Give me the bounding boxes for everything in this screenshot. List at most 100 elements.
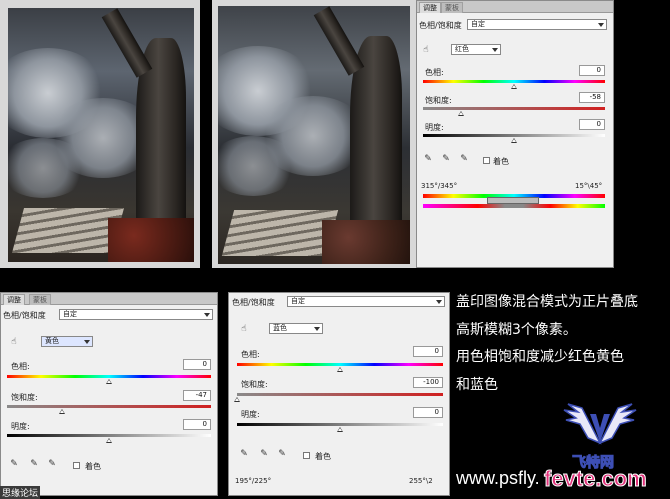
hue-slider-thumb[interactable]	[106, 379, 112, 384]
range-selector[interactable]	[487, 197, 539, 204]
eyedropper-plus-icon[interactable]: ✎	[441, 154, 451, 164]
hue-label: 色相:	[425, 68, 444, 77]
hue-slider-track[interactable]	[7, 375, 211, 378]
lightness-slider-thumb[interactable]	[106, 438, 112, 443]
saturation-slider-track[interactable]	[423, 107, 605, 110]
eyedropper-icon[interactable]: ✎	[239, 449, 249, 459]
saturation-slider-thumb[interactable]	[234, 397, 240, 402]
preset-value: 自定	[63, 310, 77, 318]
lightness-slider-track[interactable]	[237, 423, 443, 426]
saturation-label: 饱和度:	[241, 380, 268, 389]
hue-slider-thumb[interactable]	[511, 84, 517, 89]
hue-sat-panel-yellow: 调整 蒙板 色相/饱和度 自定 ☝ 黄色 色相: 0 饱和度: -47 明度: …	[0, 292, 218, 496]
chevron-down-icon	[492, 48, 498, 52]
panel-title: 色相/饱和度	[419, 21, 462, 30]
saturation-slider-thumb[interactable]	[59, 409, 66, 414]
saturation-slider-thumb[interactable]	[458, 111, 465, 116]
range-right-label: 15°\45°	[575, 182, 603, 190]
channel-select[interactable]: 黄色	[41, 336, 93, 347]
eyedropper-icon[interactable]: ✎	[423, 154, 433, 164]
caption-line-1: 盖印图像混合模式为正片叠底	[456, 294, 638, 310]
photo-before-frame	[0, 0, 200, 268]
eyedropper-minus-icon[interactable]: ✎	[277, 449, 287, 459]
colorize-checkbox[interactable]	[483, 157, 490, 164]
hue-label: 色相:	[11, 362, 30, 371]
colorize-label: 着色	[85, 462, 101, 471]
eyedropper-plus-icon[interactable]: ✎	[29, 459, 39, 469]
preset-select[interactable]: 自定	[287, 296, 445, 307]
preset-select[interactable]: 自定	[59, 309, 213, 320]
chevron-down-icon	[598, 23, 604, 27]
saturation-field[interactable]: -100	[413, 377, 443, 388]
range-left-label: 315°/345°	[421, 182, 458, 190]
saturation-label: 饱和度:	[425, 96, 452, 105]
saturation-label: 饱和度:	[11, 393, 38, 402]
hand-adjust-icon[interactable]: ☝	[421, 45, 431, 55]
tab-adjustments[interactable]: 调整	[3, 294, 25, 305]
hue-sat-panel-blue: 色相/饱和度 自定 ☝ 蓝色 色相: 0 饱和度: -100 明度: 0 ✎ ✎…	[228, 292, 450, 496]
hue-sat-panel-red: 调整 蒙板 色相/饱和度 自定 ☝ 红色 色相: 0 饱和度: -58 明度: …	[416, 0, 614, 268]
lightness-slider-track[interactable]	[423, 134, 605, 137]
preset-value: 自定	[291, 297, 305, 305]
hue-slider-track[interactable]	[423, 80, 605, 83]
chevron-down-icon	[204, 313, 210, 317]
photo-before	[8, 8, 194, 262]
watermark-bottom-left: 思缘论坛	[0, 486, 41, 499]
hue-slider-track[interactable]	[237, 363, 443, 366]
channel-value: 红色	[455, 45, 469, 53]
tab-masks[interactable]: 蒙板	[29, 294, 51, 305]
preset-select[interactable]: 自定	[467, 19, 607, 30]
lightness-field[interactable]: 0	[183, 419, 211, 430]
caption-line-3: 用色相饱和度减少红色黄色	[456, 349, 624, 365]
lightness-field[interactable]: 0	[579, 119, 605, 130]
eyedropper-minus-icon[interactable]: ✎	[459, 154, 469, 164]
panel-tabbar: 调整 蒙板	[1, 293, 217, 305]
hand-adjust-icon[interactable]: ☝	[9, 337, 19, 347]
colorize-checkbox[interactable]	[73, 462, 80, 469]
panel-title: 色相/饱和度	[3, 311, 46, 320]
lightness-label: 明度:	[241, 410, 260, 419]
colorize-label: 着色	[315, 452, 331, 461]
chevron-down-icon	[84, 340, 90, 344]
eyedropper-icon[interactable]: ✎	[9, 459, 19, 469]
channel-value: 黄色	[45, 337, 59, 345]
lightness-field[interactable]: 0	[413, 407, 443, 418]
tab-adjustments[interactable]: 调整	[419, 2, 441, 13]
channel-value: 蓝色	[273, 324, 287, 332]
range-bar-bottom	[423, 204, 605, 208]
chevron-down-icon	[314, 327, 320, 331]
hue-field[interactable]: 0	[413, 346, 443, 357]
photo-after	[218, 6, 410, 264]
channel-select[interactable]: 蓝色	[269, 323, 323, 334]
winged-v-logo	[560, 398, 640, 458]
range-left-label: 195°/225°	[235, 477, 272, 485]
hand-adjust-icon[interactable]: ☝	[239, 324, 249, 334]
caption-line-2: 高斯模糊3个像素。	[456, 322, 577, 338]
saturation-field[interactable]: -47	[183, 390, 211, 401]
hue-slider-thumb[interactable]	[337, 367, 343, 372]
wings-icon	[563, 403, 637, 445]
photo-after-frame	[212, 0, 416, 268]
hue-field[interactable]: 0	[183, 359, 211, 370]
lightness-slider-thumb[interactable]	[337, 427, 343, 432]
colorize-checkbox[interactable]	[303, 452, 310, 459]
hue-label: 色相:	[241, 350, 260, 359]
lightness-label: 明度:	[425, 123, 444, 132]
lightness-slider-thumb[interactable]	[511, 138, 517, 143]
colorize-label: 着色	[493, 157, 509, 166]
channel-select[interactable]: 红色	[451, 44, 501, 55]
saturation-slider-track[interactable]	[7, 405, 211, 408]
lightness-label: 明度:	[11, 422, 30, 431]
saturation-slider-track[interactable]	[237, 393, 443, 396]
lightness-slider-track[interactable]	[7, 434, 211, 437]
hue-field[interactable]: 0	[579, 65, 605, 76]
preset-value: 自定	[471, 20, 485, 28]
saturation-field[interactable]: -58	[579, 92, 605, 103]
eyedropper-plus-icon[interactable]: ✎	[259, 449, 269, 459]
eyedropper-minus-icon[interactable]: ✎	[47, 459, 57, 469]
range-right-label: 255°\2	[409, 477, 433, 485]
chevron-down-icon	[436, 300, 442, 304]
panel-title: 色相/饱和度	[232, 298, 275, 307]
watermark-site: www.psfly.	[456, 468, 540, 488]
tab-masks[interactable]: 蒙板	[441, 2, 463, 13]
